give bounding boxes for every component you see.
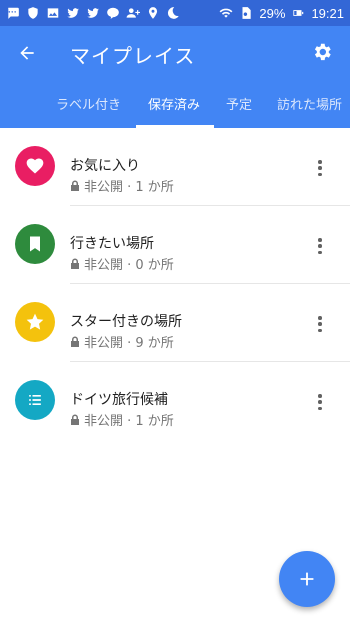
add-person-icon: [126, 6, 140, 20]
more-options-button[interactable]: [312, 236, 328, 256]
twitter-icon: [86, 6, 100, 20]
saved-lists: お気に入り 非公開 · 1 か所 行きたい場所 非公開 · 0 か所 スター付き…: [0, 128, 350, 440]
plus-icon: [300, 572, 314, 586]
tab-upcoming[interactable]: 予定: [226, 94, 252, 113]
list-meta: 非公開 · 0 か所: [70, 254, 174, 273]
germany-trip-avatar: [15, 380, 55, 420]
tab-bar: ラベル付き 保存済み 予定 訪れた場所: [0, 80, 350, 128]
tab-visited[interactable]: 訪れた場所: [277, 94, 342, 113]
lock-icon: [70, 180, 80, 191]
list-meta-text: 非公開 · 1 か所: [84, 414, 174, 429]
settings-button[interactable]: [308, 38, 336, 66]
list-meta-text: 非公開 · 0 か所: [84, 258, 174, 273]
image-icon: [46, 6, 60, 20]
list-item-favorites[interactable]: お気に入り 非公開 · 1 か所: [0, 128, 350, 206]
app-bar: マイプレイス ラベル付き 保存済み 予定 訪れた場所: [0, 26, 350, 128]
status-bar: 29% 19:21: [0, 0, 350, 26]
list-meta: 非公開 · 1 か所: [70, 410, 174, 429]
starred-avatar: [15, 302, 55, 342]
list-meta: 非公開 · 1 か所: [70, 176, 174, 195]
lock-icon: [70, 336, 80, 347]
back-button[interactable]: [12, 38, 42, 68]
heart-icon: [26, 158, 44, 174]
system-indicators: 29% 19:21: [219, 6, 344, 21]
more-options-button[interactable]: [312, 314, 328, 334]
list-name: スター付きの場所: [70, 314, 182, 330]
list-item-starred[interactable]: スター付きの場所 非公開 · 9 か所: [0, 284, 350, 362]
list-item-want-to-go[interactable]: 行きたい場所 非公開 · 0 か所: [0, 206, 350, 284]
battery-icon: [291, 6, 305, 20]
star-icon: [26, 313, 44, 330]
more-options-button[interactable]: [312, 158, 328, 178]
list-meta: 非公開 · 9 か所: [70, 332, 174, 351]
location-icon: [146, 6, 160, 20]
tab-saved[interactable]: 保存済み: [148, 94, 200, 113]
list-meta-text: 非公開 · 1 か所: [84, 180, 174, 195]
shield-icon: [26, 6, 40, 20]
lock-icon: [70, 414, 80, 425]
list-name: ドイツ旅行候補: [70, 392, 168, 408]
want-to-go-avatar: [15, 224, 55, 264]
list-icon: [29, 395, 41, 405]
list-item-germany-trip[interactable]: ドイツ旅行候補 非公開 · 1 か所: [0, 362, 350, 440]
arrow-back-icon: [20, 46, 34, 60]
chat-bubble-icon: [6, 6, 20, 20]
wifi-icon: [219, 6, 233, 20]
add-list-button[interactable]: [279, 551, 335, 607]
moon-icon: [166, 6, 180, 20]
sim-card-icon: [239, 6, 253, 20]
more-options-button[interactable]: [312, 392, 328, 412]
notification-icons: [6, 6, 180, 20]
favorites-avatar: [15, 146, 55, 186]
line-icon: [106, 6, 120, 20]
bookmark-icon: [30, 236, 40, 252]
lock-icon: [70, 258, 80, 269]
list-name: 行きたい場所: [70, 236, 154, 252]
list-meta-text: 非公開 · 9 か所: [84, 336, 174, 351]
twitter-icon: [66, 6, 80, 20]
tab-labeled[interactable]: ラベル付き: [56, 94, 121, 113]
list-name: お気に入り: [70, 158, 140, 174]
page-title: マイプレイス: [70, 44, 196, 68]
clock: 19:21: [311, 5, 344, 21]
gear-icon: [314, 43, 331, 61]
battery-percent: 29%: [259, 5, 286, 21]
